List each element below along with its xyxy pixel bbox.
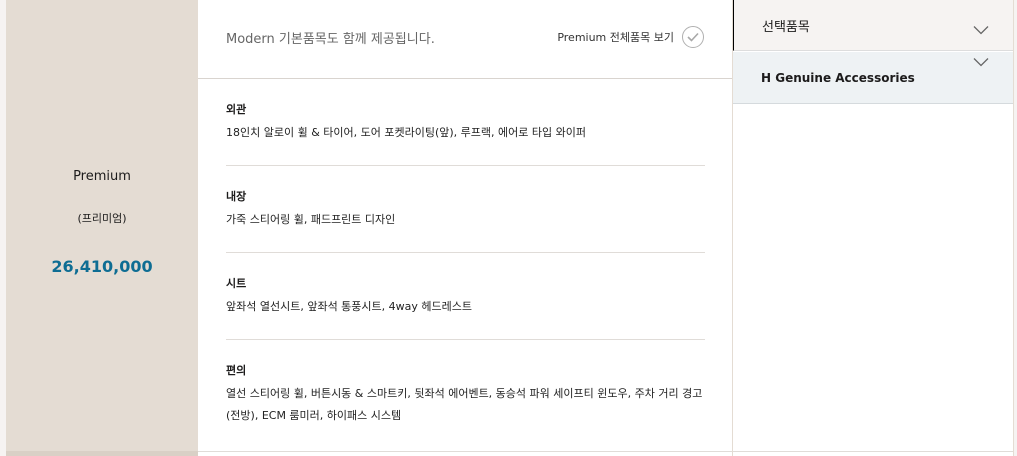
trim-comparison-page: Premium (프리미엄) 26,410,000 Modern 기본품목도 함…: [0, 0, 1017, 456]
trim-price: 26,410,000: [51, 257, 153, 276]
selected-options-label: 선택품목: [762, 20, 810, 35]
spec-section-interior: 내장 가죽 스티어링 휠, 패드프린트 디자인: [226, 188, 705, 231]
spec-title: 외관: [226, 103, 247, 116]
spec-text: 18인치 알로이 휠 & 타이어, 도어 포켓라이팅(앞), 루프랙, 에어로 …: [226, 126, 586, 139]
chevron-down-icon: [973, 20, 989, 39]
options-panel: 선택품목 H Genuine Accessories: [732, 0, 1014, 456]
check-circle-icon: [682, 26, 704, 48]
trim-name: Premium: [73, 169, 131, 184]
options-bottom-line: [733, 451, 1013, 452]
spec-text: 가죽 스티어링 휠, 패드프린트 디자인: [226, 213, 396, 226]
spec-divider: [226, 252, 705, 253]
trim-column-bottom-band: [6, 451, 198, 456]
trim-subtitle: (프리미엄): [77, 212, 127, 225]
selected-options-accordion[interactable]: 선택품목: [733, 0, 1013, 51]
spec-divider: [226, 339, 705, 340]
spec-title: 내장: [226, 190, 247, 203]
spec-section-seats: 시트 앞좌석 열선시트, 앞좌석 통풍시트, 4way 헤드레스트: [226, 275, 705, 318]
spec-title: 시트: [226, 277, 247, 290]
trim-summary-column: Premium (프리미엄) 26,410,000: [6, 0, 198, 456]
genuine-accessories-label: H Genuine Accessories: [761, 71, 915, 85]
spec-divider: [226, 165, 705, 166]
features-bottom-line: [198, 451, 732, 452]
features-header: Modern 기본품목도 함께 제공됩니다. Premium 전체품목 보기: [198, 0, 732, 79]
spec-title: 편의: [226, 364, 247, 377]
spec-section-exterior: 외관 18인치 알로이 휠 & 타이어, 도어 포켓라이팅(앞), 루프랙, 에…: [226, 101, 705, 144]
spec-text: 앞좌석 열선시트, 앞좌석 통풍시트, 4way 헤드레스트: [226, 300, 473, 313]
trim-features-panel: Modern 기본품목도 함께 제공됩니다. Premium 전체품목 보기 외…: [198, 0, 732, 456]
genuine-accessories-accordion[interactable]: H Genuine Accessories: [733, 52, 1013, 104]
base-items-note: Modern 기본품목도 함께 제공됩니다.: [226, 32, 435, 47]
view-all-items-label: Premium 전체품목 보기: [557, 31, 674, 44]
chevron-down-icon: [973, 52, 989, 71]
spec-section-convenience: 편의 열선 스티어링 휠, 버튼시동 & 스마트키, 뒷좌석 에어벤트, 동승석…: [226, 362, 705, 427]
spec-text: 열선 스티어링 휠, 버튼시동 & 스마트키, 뒷좌석 에어벤트, 동승석 파워…: [226, 387, 703, 422]
view-all-items-button[interactable]: Premium 전체품목 보기: [557, 26, 704, 48]
